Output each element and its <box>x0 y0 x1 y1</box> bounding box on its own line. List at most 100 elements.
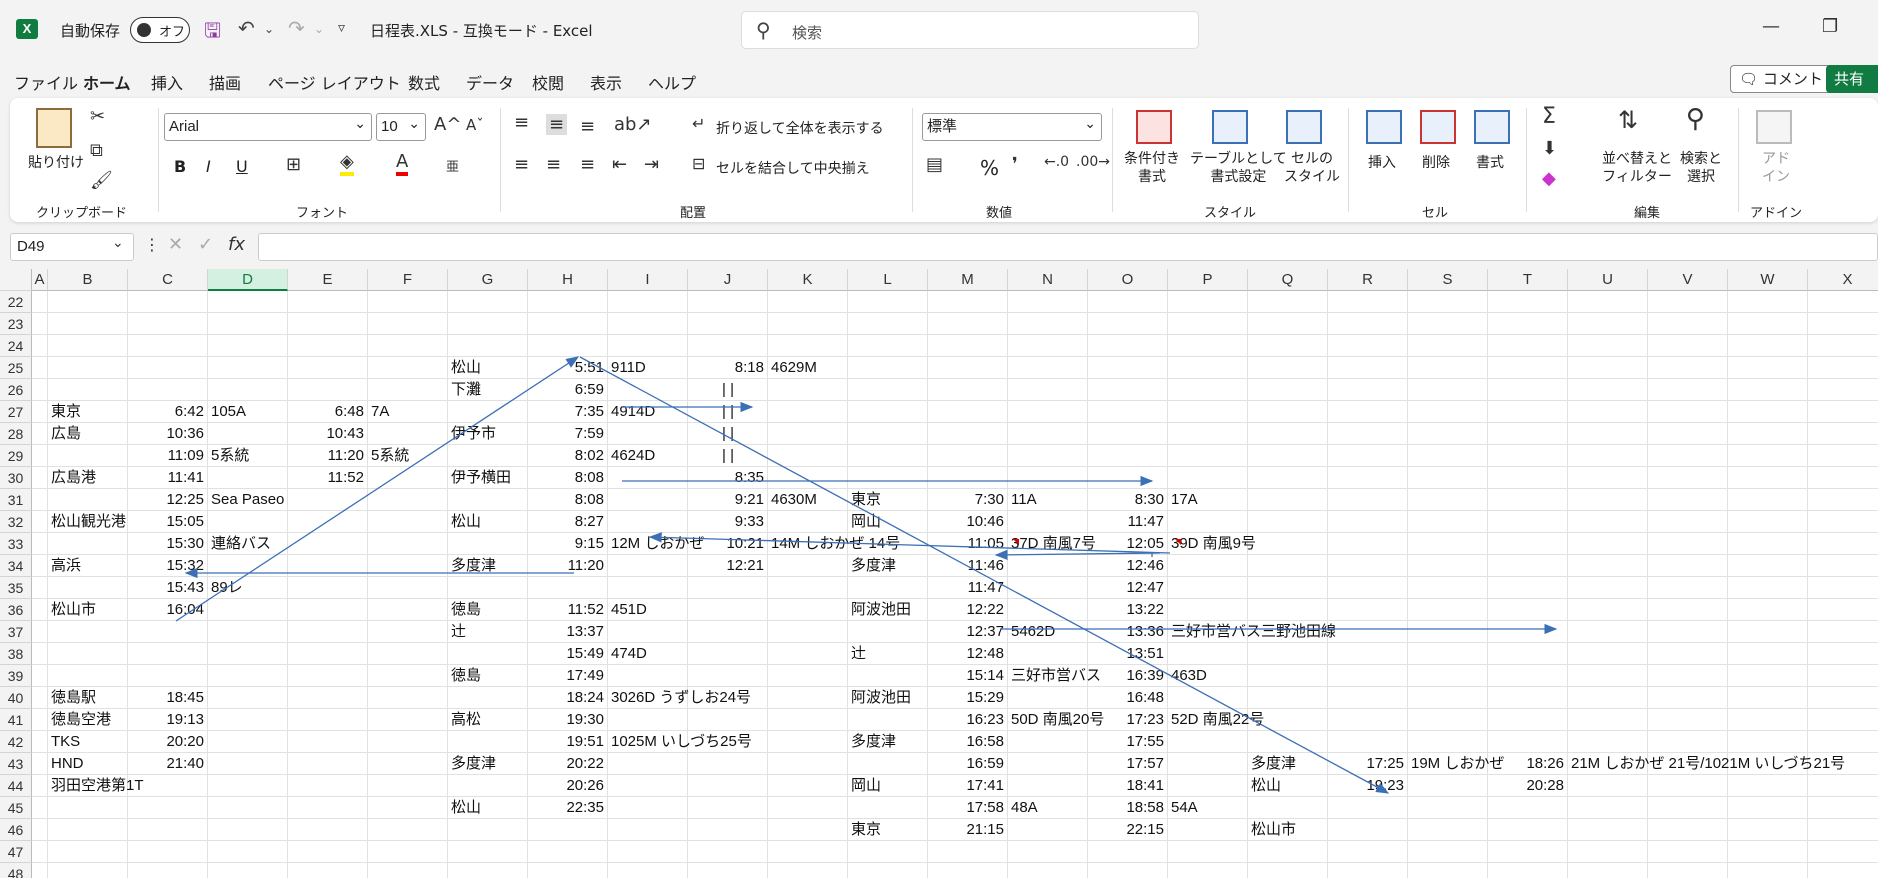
increase-indent-icon[interactable]: ⇥ <box>644 154 659 175</box>
align-right-icon[interactable]: ≡ <box>580 154 595 175</box>
tab-home[interactable]: ホーム <box>83 70 131 101</box>
delete-cells-button[interactable]: 削除 <box>1422 152 1450 172</box>
cut-icon[interactable]: ✂ <box>90 106 105 127</box>
format-as-table-line2: 書式設定 <box>1210 169 1267 185</box>
format-cells-icon[interactable] <box>1474 110 1510 144</box>
border-icon[interactable]: ⊞ <box>286 154 301 175</box>
format-as-table-button[interactable]: テーブルとして 書式設定 <box>1190 150 1287 186</box>
enter-icon[interactable]: ✓ <box>198 234 213 255</box>
shrink-font-icon[interactable]: Aˇ <box>466 116 484 134</box>
comma-style-icon[interactable]: ❜ <box>1012 154 1018 175</box>
italic-button[interactable]: I <box>206 157 211 176</box>
tab-review[interactable]: 校閲 <box>532 70 564 94</box>
minimize-icon[interactable]: — <box>1762 16 1780 37</box>
decrease-indent-icon[interactable]: ⇤ <box>612 154 627 175</box>
customize-qat-icon[interactable]: ▿ <box>338 20 345 36</box>
insert-cells-icon[interactable] <box>1366 110 1402 144</box>
paste-button[interactable]: 貼り付け <box>28 152 84 172</box>
align-center-icon[interactable]: ≡ <box>546 154 561 175</box>
align-middle-icon[interactable]: ≡ <box>546 114 568 135</box>
group-label-cells: セル <box>1422 206 1449 221</box>
copy-icon[interactable]: ⧉ <box>90 140 103 161</box>
group-label-font: フォント <box>296 206 349 221</box>
align-top-icon[interactable]: ≡ <box>514 112 529 133</box>
merge-center-button[interactable]: セルを結合して中央揃え <box>716 158 870 178</box>
wrap-text-button[interactable]: 折り返して全体を表示する <box>716 118 884 138</box>
undo-icon[interactable]: ↶ <box>238 16 255 40</box>
redo-dropdown-icon[interactable]: ⌄ <box>314 22 324 36</box>
name-box-dropdown-icon[interactable]: ⌄ <box>112 235 124 251</box>
autosave-state: オフ <box>159 25 186 40</box>
orientation-icon[interactable]: ab↗ <box>614 114 652 135</box>
decrease-decimal-icon[interactable]: .00→ <box>1076 154 1110 170</box>
phonetic-icon[interactable]: 亜 <box>446 156 459 175</box>
number-format-combo[interactable]: 標準 <box>922 110 1102 141</box>
merge-center-icon[interactable]: ⊟ <box>692 154 705 173</box>
comment-indicator-icon[interactable] <box>1013 539 1019 545</box>
font-color-icon[interactable]: A <box>396 152 409 176</box>
group-label-editing: 編集 <box>1634 206 1661 221</box>
format-painter-icon[interactable]: 🖌 <box>90 170 113 191</box>
tab-draw[interactable]: 描画 <box>209 70 241 94</box>
group-separator <box>1348 108 1349 212</box>
cell-styles-icon[interactable] <box>1286 110 1322 144</box>
addin-icon[interactable] <box>1756 110 1792 144</box>
autosum-icon[interactable]: Σ <box>1542 104 1556 129</box>
search-box[interactable]: ⚲ 検索 <box>741 11 1199 49</box>
comment-indicator-icon[interactable] <box>1175 539 1181 545</box>
accounting-format-icon[interactable]: ▤ <box>926 154 943 175</box>
tab-page-layout[interactable]: ページ レイアウト <box>268 70 401 94</box>
group-separator <box>1112 108 1113 212</box>
insert-function-icon[interactable]: fx <box>228 234 245 255</box>
tab-insert[interactable]: 挿入 <box>151 70 183 94</box>
group-label-number: 数値 <box>986 206 1013 221</box>
bold-button[interactable]: B <box>174 157 186 176</box>
font-size-combo[interactable]: 10 <box>376 110 426 141</box>
find-select-icon[interactable]: ⚲ <box>1686 104 1705 134</box>
document-title: 日程表.XLS - 互換モード - Excel <box>370 22 593 40</box>
autosave-label: 自動保存 <box>60 22 121 40</box>
paste-icon[interactable] <box>36 108 72 148</box>
grow-font-icon[interactable]: A^ <box>434 114 461 135</box>
align-left-icon[interactable]: ≡ <box>514 154 529 175</box>
addin-line2: イン <box>1762 169 1790 185</box>
find-select-button[interactable]: 検索と 選択 <box>1680 150 1722 186</box>
format-as-table-icon[interactable] <box>1212 110 1248 144</box>
share-button[interactable]: 共有 <box>1826 65 1878 93</box>
fill-color-icon[interactable]: ◈ <box>340 152 354 176</box>
tab-data[interactable]: データ <box>466 70 514 94</box>
conditional-format-line2: 書式 <box>1138 169 1166 185</box>
conditional-format-line1: 条件付き <box>1124 151 1180 167</box>
tab-formulas[interactable]: 数式 <box>408 70 440 94</box>
cancel-icon[interactable]: ✕ <box>168 234 183 255</box>
clear-icon[interactable]: ◆ <box>1542 168 1556 189</box>
tab-file[interactable]: ファイル <box>14 70 78 94</box>
sort-filter-button[interactable]: 並べ替えと フィルター <box>1602 150 1672 186</box>
addin-button[interactable]: アド イン <box>1762 150 1790 186</box>
restore-icon[interactable]: ❐ <box>1822 16 1838 37</box>
cell-styles-line1: セルの <box>1291 151 1333 167</box>
fill-icon[interactable]: ⬇ <box>1542 138 1557 159</box>
redo-icon[interactable]: ↷ <box>288 16 305 40</box>
more-icon[interactable]: ⋮ <box>144 235 160 254</box>
wrap-text-icon[interactable]: ↵ <box>692 114 705 133</box>
delete-cells-icon[interactable] <box>1420 110 1456 144</box>
underline-button[interactable]: U <box>236 157 248 176</box>
percent-button[interactable]: % <box>980 156 999 180</box>
font-name-combo[interactable]: Arial <box>164 110 372 141</box>
autosave-toggle[interactable]: オフ <box>130 17 190 43</box>
insert-cells-button[interactable]: 挿入 <box>1368 152 1396 172</box>
sort-filter-icon[interactable]: ⇅ <box>1618 106 1638 134</box>
save-icon[interactable]: 🖫 <box>204 16 221 50</box>
align-bottom-icon[interactable]: ≡ <box>580 116 595 137</box>
undo-dropdown-icon[interactable]: ⌄ <box>264 22 274 36</box>
spreadsheet-grid[interactable]: A B C D E F G H I J K L M N O P Q R S T U V W X 22 23 24 25 26 27 28 29… <box>0 269 1878 878</box>
conditional-format-button[interactable]: 条件付き 書式 <box>1124 150 1180 186</box>
formula-input[interactable] <box>258 233 1878 261</box>
tab-help[interactable]: ヘルプ <box>648 70 696 94</box>
cell-styles-button[interactable]: セルの スタイル <box>1284 150 1340 186</box>
format-cells-button[interactable]: 書式 <box>1476 152 1504 172</box>
increase-decimal-icon[interactable]: ←.0 <box>1044 154 1069 170</box>
conditional-format-icon[interactable] <box>1136 110 1172 144</box>
tab-view[interactable]: 表示 <box>590 70 622 94</box>
